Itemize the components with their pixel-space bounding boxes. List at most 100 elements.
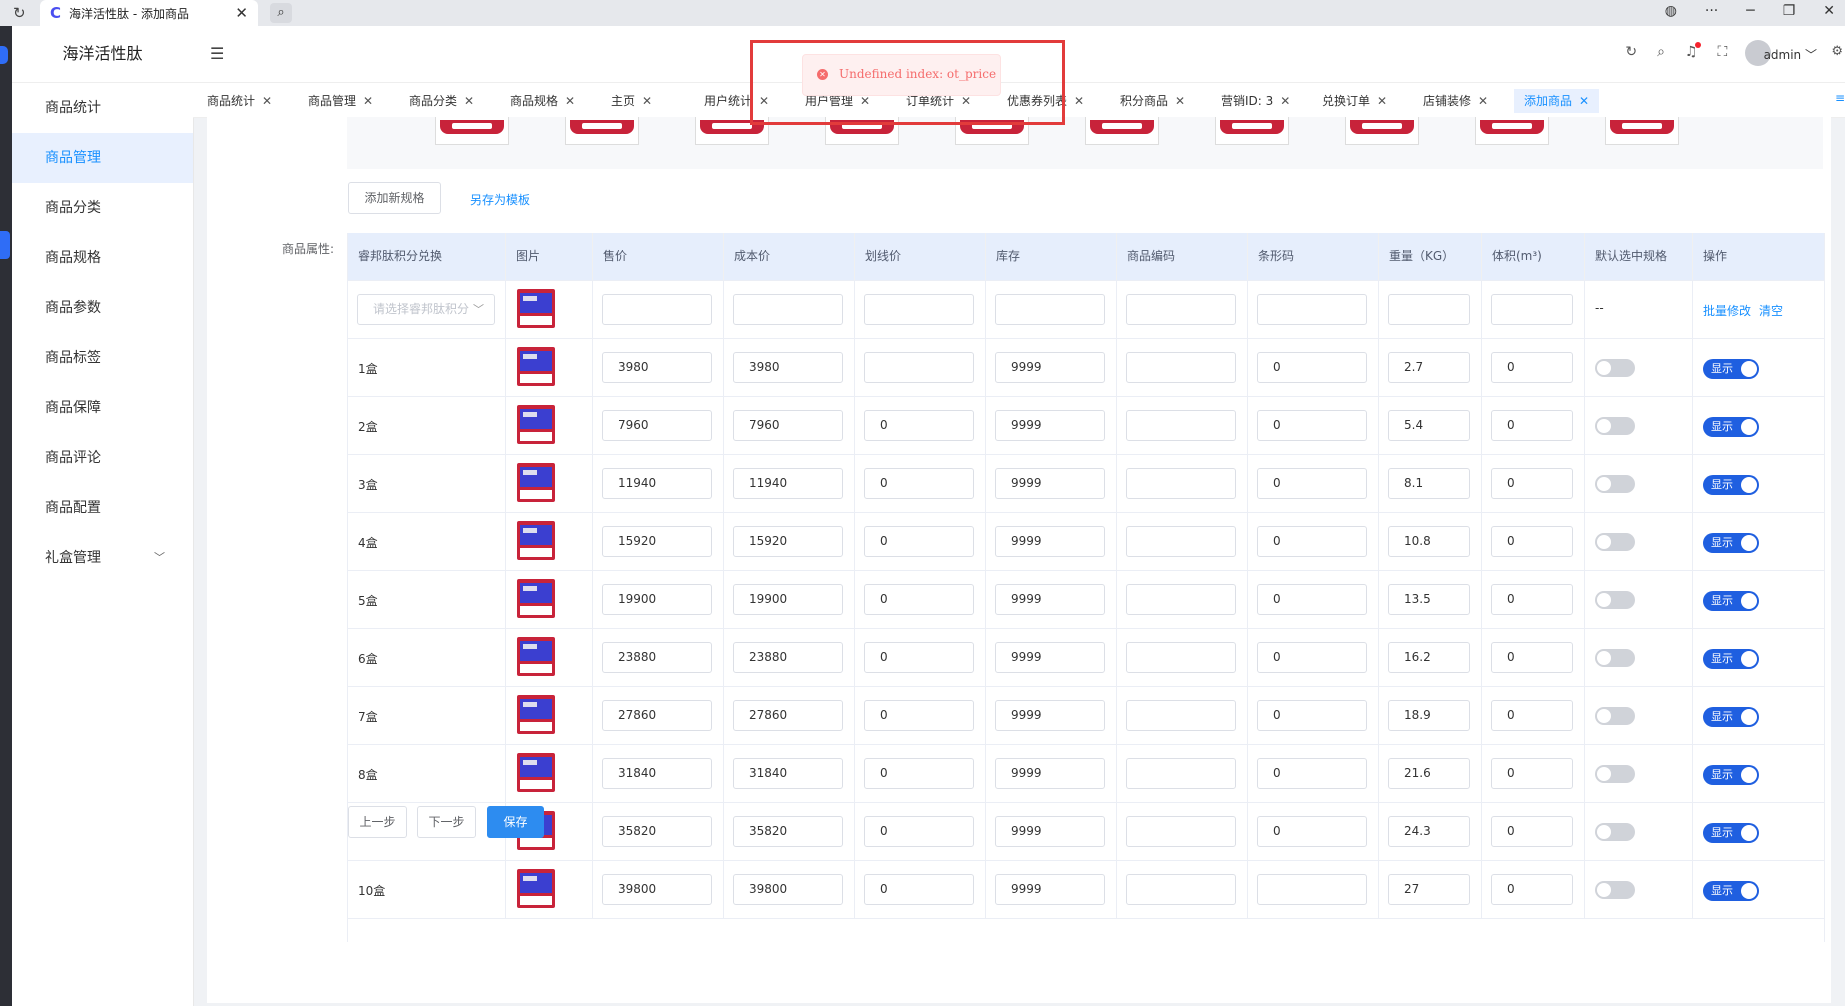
weight-input[interactable]: 27 — [1388, 874, 1470, 905]
sku-image[interactable] — [517, 637, 555, 676]
barcode-input[interactable]: 0 — [1257, 410, 1367, 441]
code-input[interactable] — [1126, 816, 1236, 847]
barcode-input[interactable]: 0 — [1257, 468, 1367, 499]
show-toggle[interactable]: 显示 — [1703, 881, 1759, 901]
refresh-icon[interactable]: ↻ — [1625, 44, 1637, 60]
cost-input[interactable]: 23880 — [733, 642, 843, 673]
spec-image[interactable] — [565, 117, 639, 145]
cost-input[interactable]: 39800 — [733, 874, 843, 905]
default-spec-toggle[interactable] — [1595, 417, 1635, 435]
close-icon[interactable]: ✕ — [1175, 94, 1185, 108]
default-spec-toggle[interactable] — [1595, 591, 1635, 609]
volume-input[interactable]: 0 — [1491, 642, 1573, 673]
sidebar-item-goods-tags[interactable]: 商品标签 — [12, 333, 193, 383]
tab-home[interactable]: 主页 ✕ — [601, 89, 662, 113]
tab-goods-spec[interactable]: 商品规格 ✕ — [500, 89, 585, 113]
weight-input[interactable]: 8.1 — [1388, 468, 1470, 499]
settings-icon[interactable]: ⚙ — [1831, 44, 1843, 59]
barcode-input[interactable] — [1257, 874, 1367, 905]
prev-step-button[interactable]: 上一步 — [348, 806, 407, 838]
batch-edit-link[interactable]: 批量修改 — [1703, 302, 1751, 319]
close-icon[interactable]: ✕ — [1074, 94, 1084, 108]
spec-image[interactable] — [1215, 117, 1289, 145]
show-toggle[interactable]: 显示 — [1703, 707, 1759, 727]
next-step-button[interactable]: 下一步 — [417, 806, 476, 838]
sidebar-item-goods-config[interactable]: 商品配置 — [12, 483, 193, 533]
tab-goods-category[interactable]: 商品分类 ✕ — [399, 89, 484, 113]
sidebar-item-giftbox[interactable]: 礼盒管理 ﹀ — [12, 533, 193, 583]
price-input[interactable]: 7960 — [602, 410, 712, 441]
volume-input[interactable]: 0 — [1491, 584, 1573, 615]
add-spec-button[interactable]: 添加新规格 — [348, 182, 441, 214]
price-input[interactable]: 19900 — [602, 584, 712, 615]
clear-link[interactable]: 清空 — [1759, 302, 1783, 319]
price-input[interactable]: 35820 — [602, 816, 712, 847]
sku-image[interactable] — [517, 347, 555, 386]
spec-image[interactable] — [435, 117, 509, 145]
volume-input[interactable]: 0 — [1491, 700, 1573, 731]
batch-input[interactable] — [864, 294, 974, 325]
barcode-input[interactable]: 0 — [1257, 816, 1367, 847]
weight-input[interactable]: 2.7 — [1388, 352, 1470, 383]
volume-input[interactable]: 0 — [1491, 758, 1573, 789]
restore-icon[interactable]: ❐ — [1783, 3, 1796, 19]
weight-input[interactable]: 5.4 — [1388, 410, 1470, 441]
sku-image[interactable] — [517, 579, 555, 618]
close-icon[interactable]: ✕ — [1280, 94, 1290, 108]
code-input[interactable] — [1126, 410, 1236, 441]
spec-image[interactable] — [1475, 117, 1549, 145]
browser-search-icon[interactable]: ⌕ — [270, 3, 292, 23]
default-spec-toggle[interactable] — [1595, 881, 1635, 899]
spec-image[interactable] — [1345, 117, 1419, 145]
tabs-more-icon[interactable]: ≡ — [1835, 91, 1845, 105]
ot-price-input[interactable]: 0 — [864, 700, 974, 731]
default-spec-toggle[interactable] — [1595, 359, 1635, 377]
ot-price-input[interactable]: 0 — [864, 526, 974, 557]
batch-input[interactable] — [1491, 294, 1573, 325]
save-template-link[interactable]: 另存为模板 — [470, 191, 530, 208]
cost-input[interactable]: 15920 — [733, 526, 843, 557]
cost-input[interactable]: 3980 — [733, 352, 843, 383]
volume-input[interactable]: 0 — [1491, 468, 1573, 499]
weight-input[interactable]: 10.8 — [1388, 526, 1470, 557]
points-select[interactable]: 请选择睿邦肽积分 ﹀ — [357, 294, 495, 325]
code-input[interactable] — [1126, 758, 1236, 789]
close-icon[interactable]: ✕ — [262, 94, 272, 108]
search-icon[interactable]: ⌕ — [1657, 44, 1665, 60]
stock-input[interactable]: 9999 — [995, 410, 1105, 441]
barcode-input[interactable]: 0 — [1257, 584, 1367, 615]
batch-input[interactable] — [1257, 294, 1367, 325]
cost-input[interactable]: 27860 — [733, 700, 843, 731]
price-input[interactable]: 3980 — [602, 352, 712, 383]
ot-price-input[interactable]: 0 — [864, 584, 974, 615]
stock-input[interactable]: 9999 — [995, 642, 1105, 673]
batch-input[interactable] — [1126, 294, 1236, 325]
show-toggle[interactable]: 显示 — [1703, 359, 1759, 379]
default-spec-toggle[interactable] — [1595, 823, 1635, 841]
ot-price-input[interactable] — [864, 352, 974, 383]
sku-image[interactable] — [517, 521, 555, 560]
show-toggle[interactable]: 显示 — [1703, 475, 1759, 495]
tab-goods-stats[interactable]: 商品统计 ✕ — [197, 89, 282, 113]
barcode-input[interactable]: 0 — [1257, 758, 1367, 789]
close-tab-icon[interactable]: ✕ — [235, 4, 248, 22]
sku-image[interactable] — [517, 695, 555, 734]
cost-input[interactable]: 35820 — [733, 816, 843, 847]
batch-input[interactable] — [995, 294, 1105, 325]
cost-input[interactable]: 19900 — [733, 584, 843, 615]
barcode-input[interactable]: 0 — [1257, 526, 1367, 557]
close-icon[interactable]: ✕ — [363, 94, 373, 108]
show-toggle[interactable]: 显示 — [1703, 533, 1759, 553]
close-icon[interactable]: ✕ — [1579, 94, 1589, 108]
menu-toggle-icon[interactable]: ☰ — [210, 44, 224, 63]
stock-input[interactable]: 9999 — [995, 526, 1105, 557]
cost-input[interactable]: 11940 — [733, 468, 843, 499]
default-spec-toggle[interactable] — [1595, 707, 1635, 725]
weight-input[interactable]: 24.3 — [1388, 816, 1470, 847]
bell-icon[interactable]: ♫ — [1685, 42, 1702, 60]
weight-input[interactable]: 18.9 — [1388, 700, 1470, 731]
spec-image[interactable] — [1605, 117, 1679, 145]
code-input[interactable] — [1126, 700, 1236, 731]
default-spec-toggle[interactable] — [1595, 649, 1635, 667]
price-input[interactable]: 11940 — [602, 468, 712, 499]
